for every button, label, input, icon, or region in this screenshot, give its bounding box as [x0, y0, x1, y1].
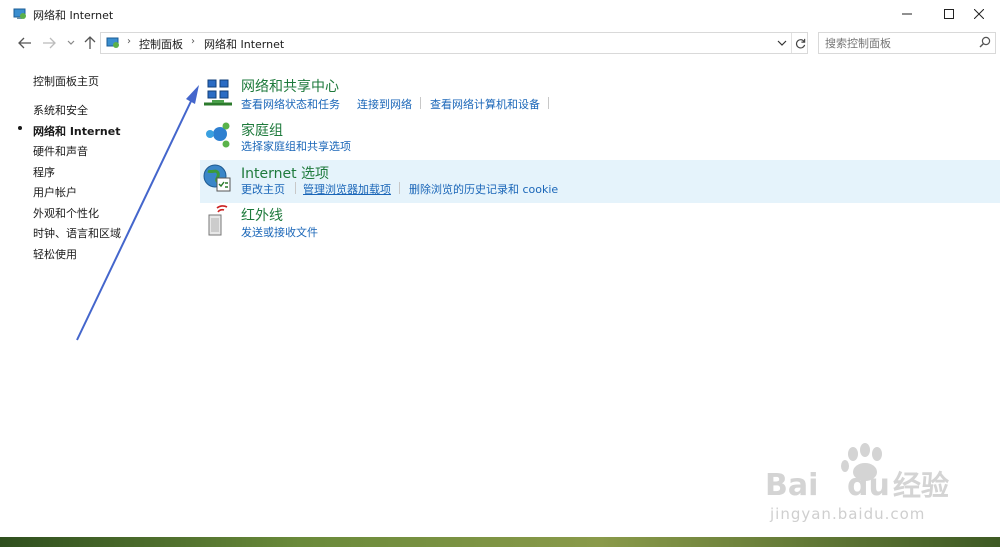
view-network-computers-link[interactable]: 查看网络计算机和设备	[430, 96, 540, 112]
desktop-wallpaper	[0, 537, 1000, 547]
view-network-status-link[interactable]: 查看网络状态和任务	[241, 96, 340, 112]
forward-button[interactable]	[40, 34, 58, 52]
maximize-icon	[944, 9, 954, 19]
back-arrow-icon	[18, 37, 31, 49]
back-button[interactable]	[16, 34, 34, 52]
svg-text:du: du	[847, 468, 890, 503]
watermark-url: jingyan.baidu.com	[770, 505, 926, 523]
svg-text:Bai: Bai	[765, 468, 818, 503]
sidebar-home-link[interactable]: 控制面板主页	[33, 73, 99, 89]
svg-text:经验: 经验	[893, 469, 949, 502]
send-receive-files-link[interactable]: 发送或接收文件	[241, 224, 318, 240]
up-button[interactable]	[81, 34, 99, 52]
link-divider	[420, 97, 421, 109]
breadcrumb-network-internet[interactable]: 网络和 Internet	[204, 36, 284, 52]
search-box[interactable]	[818, 32, 996, 54]
link-divider	[399, 182, 400, 194]
manage-addons-link[interactable]: 管理浏览器加载项	[303, 181, 391, 197]
control-panel-icon	[13, 8, 26, 19]
homegroup-title[interactable]: 家庭组	[241, 120, 283, 140]
infrared-icon	[208, 205, 228, 236]
sidebar-item-user-accounts[interactable]: 用户帐户	[33, 184, 77, 200]
homegroup-options-link[interactable]: 选择家庭组和共享选项	[241, 138, 351, 154]
network-sharing-title[interactable]: 网络和共享中心	[241, 76, 339, 96]
change-homepage-link[interactable]: 更改主页	[241, 181, 285, 197]
sidebar-item-ease-of-access[interactable]: 轻松使用	[33, 246, 77, 262]
infrared-title[interactable]: 红外线	[241, 205, 283, 225]
sidebar-item-appearance[interactable]: 外观和个性化	[33, 205, 99, 221]
internet-options-icon	[203, 164, 231, 192]
breadcrumb-control-panel[interactable]: 控制面板	[139, 36, 183, 52]
close-button[interactable]	[956, 0, 1000, 28]
chevron-down-icon	[67, 40, 75, 45]
category-internet-options: Internet 选项 更改主页 管理浏览器加载项 删除浏览的历史记录和 coo…	[200, 160, 1000, 203]
search-icon[interactable]	[979, 36, 991, 48]
close-icon	[974, 9, 984, 19]
internet-options-title[interactable]: Internet 选项	[241, 163, 329, 183]
active-indicator	[18, 126, 22, 130]
link-divider	[295, 182, 296, 194]
delete-history-link[interactable]: 删除浏览的历史记录和 cookie	[409, 181, 558, 197]
window-title: 网络和 Internet	[33, 9, 114, 22]
category-homegroup: 家庭组 选择家庭组和共享选项	[200, 118, 1000, 158]
sidebar-item-system-security[interactable]: 系统和安全	[33, 102, 88, 118]
control-panel-icon	[106, 37, 119, 48]
chevron-down-icon[interactable]	[777, 35, 787, 51]
connect-to-network-link[interactable]: 连接到网络	[357, 96, 412, 112]
forward-arrow-icon	[43, 37, 56, 49]
breadcrumb-separator: ›	[191, 36, 195, 47]
search-input[interactable]	[825, 35, 973, 51]
sidebar-item-programs[interactable]: 程序	[33, 164, 55, 180]
sidebar-item-network-internet[interactable]: 网络和 Internet	[33, 123, 120, 139]
address-bar[interactable]: › 控制面板 › 网络和 Internet	[100, 32, 808, 54]
up-arrow-icon	[84, 36, 96, 49]
minimize-icon	[902, 13, 912, 15]
breadcrumb-separator: ›	[127, 36, 131, 47]
sidebar-item-clock-region[interactable]: 时钟、语言和区域	[33, 225, 121, 241]
refresh-icon	[795, 38, 805, 48]
minimize-button[interactable]	[884, 0, 930, 28]
homegroup-icon	[206, 122, 230, 148]
sidebar-item-hardware-sound[interactable]: 硬件和声音	[33, 143, 88, 159]
recent-pages-button[interactable]	[62, 34, 80, 52]
category-infrared: 红外线 发送或接收文件	[200, 203, 1000, 243]
title-bar: 网络和 Internet	[0, 0, 1000, 30]
refresh-button[interactable]	[791, 33, 808, 53]
link-divider	[548, 97, 549, 109]
control-panel-window: 网络和 Internet › 控制面板 › 网络和 Internet 搜索控制面…	[0, 0, 1000, 537]
category-network-sharing: 网络和共享中心 查看网络状态和任务 连接到网络 查看网络计算机和设备	[200, 74, 1000, 114]
network-sharing-icon	[204, 79, 232, 106]
